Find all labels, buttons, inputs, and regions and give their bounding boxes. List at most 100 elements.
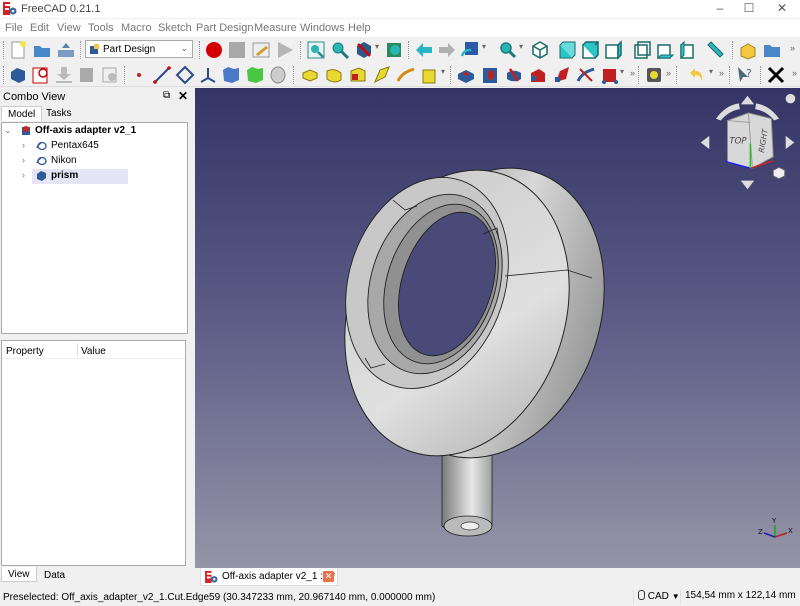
fit-all-icon[interactable] [306,40,326,60]
tab-view[interactable]: View [1,567,37,582]
toolbar-grip[interactable] [199,41,201,59]
tab-tasks[interactable]: Tasks [40,106,78,121]
menu-view[interactable]: View [57,22,81,34]
minimize-button[interactable]: – [705,0,735,18]
loft-icon[interactable] [348,65,368,85]
menu-part-design[interactable]: Part Design [196,22,253,34]
top-view-icon[interactable] [580,40,600,60]
view-back-icon[interactable] [414,40,434,60]
property-column-header[interactable]: Property [6,346,44,357]
toolbar-grip[interactable] [124,66,126,84]
subtractive-primitive-dropdown[interactable]: ▾ [620,67,624,76]
toolbar-grip[interactable] [80,41,82,59]
open-document-icon[interactable] [32,40,52,60]
tab-model[interactable]: Model [1,106,43,121]
toolbar-grip[interactable] [3,41,5,59]
toolbar-overflow[interactable]: » [790,43,795,53]
value-column-header[interactable]: Value [81,346,106,357]
datum-plane-icon[interactable] [175,65,195,85]
measure-tool-icon[interactable] [644,65,664,85]
subtractive-pipe-icon[interactable] [552,65,572,85]
macro-stop-icon[interactable] [227,40,247,60]
bottom-view-icon[interactable] [655,40,675,60]
toolbar-grip[interactable] [729,66,731,84]
create-body-icon[interactable] [8,65,28,85]
save-document-icon[interactable] [56,40,76,60]
toolbar-grip[interactable] [293,66,295,84]
additive-primitive-icon[interactable] [420,65,440,85]
shape-binder-icon[interactable] [221,65,241,85]
subtractive-loft-icon[interactable] [528,65,548,85]
cube-face-top[interactable]: TOP [729,136,747,146]
menu-tools[interactable]: Tools [88,22,114,34]
create-sketch-icon[interactable] [31,65,51,85]
toolbar-grip[interactable] [408,41,410,59]
workbench-selector[interactable]: Part Design ⌄ [85,40,193,58]
isometric-view-icon[interactable] [530,40,550,60]
close-tab-icon[interactable]: ✕ [323,571,334,582]
menu-help[interactable]: Help [348,22,371,34]
toolbar-overflow[interactable]: » [630,68,635,78]
subshape-binder-icon[interactable] [245,65,265,85]
chevron-right-icon[interactable]: › [22,155,25,165]
check-geometry-icon[interactable] [100,65,120,85]
toolbar-grip[interactable] [760,66,762,84]
chevron-right-icon[interactable]: › [22,140,25,150]
menu-windows[interactable]: Windows [300,22,345,34]
groove-icon[interactable] [504,65,524,85]
left-view-icon[interactable] [678,40,698,60]
menu-measure[interactable]: Measure [254,22,297,34]
revolution-icon[interactable] [324,65,344,85]
macro-edit-icon[interactable] [251,40,271,60]
toolbar-grip[interactable] [300,41,302,59]
part-workbench-icon[interactable] [738,40,758,60]
macro-run-icon[interactable] [275,40,295,60]
clone-icon[interactable] [268,65,288,85]
helix-icon[interactable] [396,65,416,85]
toolbar-grip[interactable] [732,41,734,59]
close-window-button[interactable]: ✕ [767,0,797,18]
toolbar-overflow[interactable]: » [792,68,797,78]
local-coordinate-system-icon[interactable] [198,65,218,85]
navigation-style-selector[interactable]: CAD ▼ [633,590,680,604]
sync-view-icon[interactable] [460,40,480,60]
map-sketch-icon[interactable] [77,65,97,85]
undo-dropdown[interactable]: ▾ [709,67,713,76]
right-view-icon[interactable] [603,40,623,60]
toolbar-grip[interactable] [450,66,452,84]
float-panel-icon[interactable]: ⧉ [163,90,170,101]
subtractive-helix-icon[interactable] [576,65,596,85]
open-folder-icon[interactable] [762,40,782,60]
toolbar-grip[interactable] [3,66,5,84]
document-tab[interactable]: Off-axis adapter v2_1 : 1* ✕ [200,568,338,586]
view-menu-cube-icon[interactable] [772,166,786,180]
menu-sketch[interactable]: Sketch [158,22,192,34]
navigation-cube[interactable]: TOP RIGHT [695,90,800,195]
menu-edit[interactable]: Edit [30,22,49,34]
undo-icon[interactable] [686,65,706,85]
new-document-icon[interactable] [8,40,28,60]
tab-data[interactable]: Data [38,568,71,583]
menu-macro[interactable]: Macro [121,22,152,34]
toolbar-overflow[interactable]: » [666,68,671,78]
measure-distance-icon[interactable] [705,40,725,60]
bounding-box-icon[interactable] [385,40,405,60]
pipe-icon[interactable] [372,65,392,85]
nav-down-arrow-icon[interactable] [740,180,755,190]
datum-line-icon[interactable] [152,65,172,85]
pocket-icon[interactable] [456,65,476,85]
close-panel-icon[interactable]: ✕ [178,89,188,103]
nav-right-arrow-icon[interactable] [785,135,795,150]
3d-viewport[interactable]: TOP RIGHT Y X Z [195,88,800,568]
tree-item-document[interactable]: ⌄ Off-axis adapter v2_1 [4,124,184,139]
toolbar-grip[interactable] [638,66,640,84]
view-dimensions[interactable]: 154,54 mm x 122,14 mm ▼ [680,590,800,604]
toolbar-overflow[interactable]: » [719,68,724,78]
toolbar-grip[interactable] [676,66,678,84]
chevron-down-icon[interactable]: ⌄ [4,125,12,136]
validate-sketch-icon[interactable] [54,65,74,85]
rear-view-icon[interactable] [632,40,652,60]
sync-view-dropdown[interactable]: ▾ [482,42,486,51]
pad-icon[interactable] [300,65,320,85]
maximize-button[interactable]: ☐ [734,0,764,18]
